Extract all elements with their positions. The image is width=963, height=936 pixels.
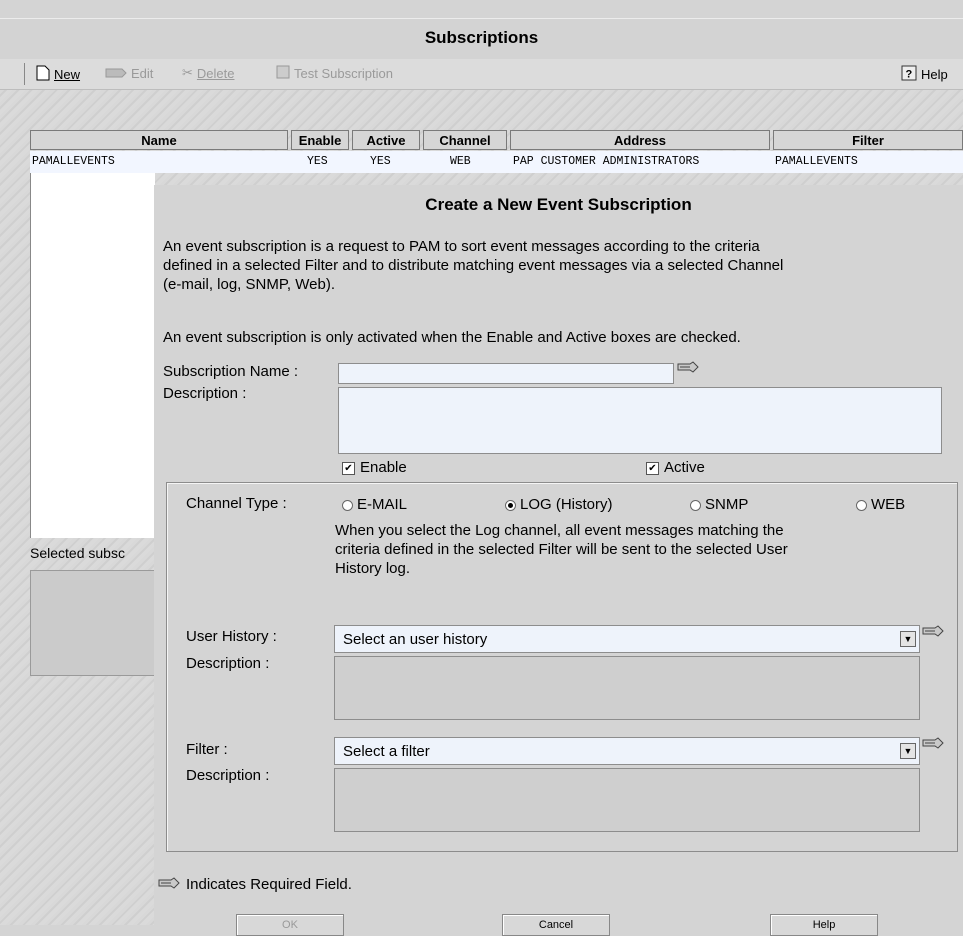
enable-label: Enable — [360, 459, 407, 476]
toolbar: New Edit ✂ Delete Test Subscription ? He… — [0, 59, 963, 90]
required-field-icon — [922, 624, 944, 640]
required-field-icon — [922, 736, 944, 752]
intro-line-2: defined in a selected Filter and to dist… — [163, 257, 784, 274]
ok-button[interactable]: OK — [236, 914, 344, 936]
dialog-intro: An event subscription is a request to PA… — [163, 237, 958, 294]
delete-button[interactable]: ✂ Delete — [182, 65, 234, 81]
radio-email[interactable]: E-MAIL — [342, 495, 407, 514]
test-subscription-label: Test Subscription — [294, 66, 393, 81]
active-checkbox[interactable]: ✔ Active — [646, 458, 705, 477]
enable-checkbox-box[interactable]: ✔ — [342, 461, 355, 475]
radio-log[interactable]: LOG (History) — [505, 495, 613, 514]
required-field-note: Indicates Required Field. — [186, 876, 352, 893]
help-icon: ? — [901, 65, 917, 84]
edit-button[interactable]: Edit — [105, 65, 153, 82]
active-label: Active — [664, 459, 705, 476]
enable-checkbox[interactable]: ✔ Enable — [342, 458, 407, 477]
test-subscription-button[interactable]: Test Subscription — [276, 65, 393, 82]
column-header-active[interactable]: Active — [352, 130, 420, 150]
edit-icon — [105, 65, 127, 82]
delete-scissors-icon: ✂ — [182, 65, 193, 80]
active-checkbox-box[interactable]: ✔ — [646, 461, 659, 475]
intro-line-1: An event subscription is a request to PA… — [163, 238, 760, 255]
radio-snmp-label: SNMP — [705, 496, 749, 513]
delete-button-label: Delete — [196, 65, 235, 81]
window-title: Subscriptions — [424, 28, 539, 47]
cell-active: YES — [370, 155, 391, 168]
radio-web-button[interactable] — [856, 499, 867, 511]
table-row-cells: PAMALLEVENTS YES YES WEB PAP CUSTOMER AD… — [30, 150, 963, 172]
test-icon — [276, 65, 290, 82]
required-field-icon — [158, 876, 180, 892]
column-header-enable[interactable]: Enable — [291, 130, 349, 150]
cancel-button[interactable]: Cancel — [502, 914, 610, 936]
cell-channel: WEB — [450, 155, 471, 168]
cell-enable: YES — [307, 155, 328, 168]
svg-text:?: ? — [906, 69, 913, 81]
required-field-icon — [677, 360, 699, 376]
new-document-icon — [36, 65, 50, 84]
filter-select[interactable]: Select a filter ▼ — [334, 737, 920, 765]
dropdown-arrow-icon[interactable]: ▼ — [900, 631, 916, 647]
help-button-label: Help — [921, 67, 948, 82]
help-dialog-button[interactable]: Help — [770, 914, 878, 936]
cell-filter: PAMALLEVENTS — [775, 155, 858, 168]
user-history-select[interactable]: Select an user history ▼ — [334, 625, 920, 653]
radio-snmp[interactable]: SNMP — [690, 495, 748, 514]
filter-value: Select a filter — [343, 743, 430, 760]
log-channel-note: When you select the Log channel, all eve… — [335, 521, 935, 578]
log-note-line-1: When you select the Log channel, all eve… — [335, 522, 784, 539]
description-label: Description : — [163, 385, 247, 402]
log-note-line-3: History log. — [335, 560, 411, 577]
subscription-name-input[interactable] — [338, 363, 674, 384]
channel-type-label: Channel Type : — [186, 495, 287, 512]
radio-log-button[interactable] — [505, 499, 516, 511]
log-note-line-2: criteria defined in the selected Filter … — [335, 541, 788, 558]
activation-note: An event subscription is only activated … — [163, 329, 741, 346]
filter-description-box — [334, 768, 920, 832]
radio-web[interactable]: WEB — [856, 495, 905, 514]
column-header-filter[interactable]: Filter — [773, 130, 963, 150]
intro-line-3: (e-mail, log, SNMP, Web). — [163, 276, 335, 293]
cell-address: PAP CUSTOMER ADMINISTRATORS — [513, 155, 700, 168]
radio-snmp-button[interactable] — [690, 499, 701, 511]
new-button[interactable]: New — [36, 65, 80, 84]
user-history-label: User History : — [186, 628, 277, 645]
column-header-address[interactable]: Address — [510, 130, 770, 150]
new-button-label: New — [54, 67, 81, 82]
user-history-value: Select an user history — [343, 631, 488, 648]
cell-name: PAMALLEVENTS — [32, 155, 115, 168]
radio-log-label: LOG (History) — [520, 496, 613, 513]
selected-subscription-panel — [30, 570, 156, 676]
user-history-description-box — [334, 656, 920, 720]
help-button[interactable]: ? Help — [901, 65, 948, 84]
filter-label: Filter : — [186, 741, 228, 758]
filter-description-label: Description : — [186, 767, 270, 784]
dropdown-arrow-icon[interactable]: ▼ — [900, 743, 916, 759]
radio-email-button[interactable] — [342, 499, 353, 511]
radio-web-label: WEB — [871, 496, 906, 513]
column-header-name[interactable]: Name — [30, 130, 288, 150]
selected-subscription-label: Selected subsc — [30, 545, 125, 561]
table-body — [30, 173, 155, 538]
radio-email-label: E-MAIL — [357, 496, 408, 513]
dialog-title: Create a New Event Subscription — [425, 195, 692, 214]
subscription-name-label: Subscription Name : — [163, 363, 299, 380]
column-header-channel[interactable]: Channel — [423, 130, 507, 150]
edit-button-label: Edit — [131, 66, 154, 81]
description-textarea[interactable] — [338, 387, 942, 454]
toolbar-separator — [24, 63, 25, 85]
user-history-description-label: Description : — [186, 655, 270, 672]
